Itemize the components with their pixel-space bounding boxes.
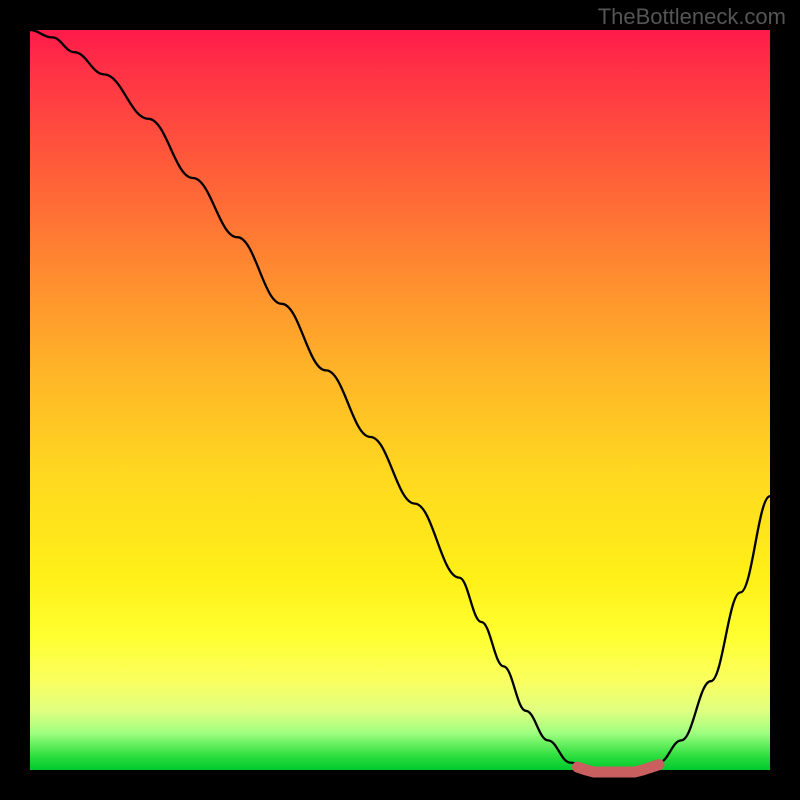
chart-plot-area xyxy=(30,30,770,770)
optimal-range-highlight xyxy=(578,765,659,772)
bottleneck-curve-line xyxy=(30,30,770,770)
bottleneck-curve-svg xyxy=(30,30,770,770)
watermark-text: TheBottleneck.com xyxy=(598,4,786,30)
